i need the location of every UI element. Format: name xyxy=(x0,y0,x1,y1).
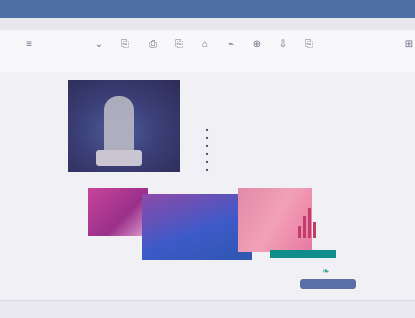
tool-icon-8[interactable]: ⊕ xyxy=(250,38,264,52)
tool-icon-2[interactable]: ⌄ xyxy=(92,38,106,52)
tool-icon-4[interactable]: ⎙ xyxy=(146,38,160,52)
statue-figure xyxy=(104,96,134,156)
mini-bar xyxy=(303,216,306,238)
hero-panel-middle xyxy=(142,194,252,260)
statue-base xyxy=(96,150,142,166)
tool-icon-9[interactable]: ⇩ xyxy=(276,38,290,52)
tool-icon-3[interactable]: ⎘ xyxy=(118,38,132,52)
bullet-item[interactable] xyxy=(206,166,356,174)
menu-bar[interactable] xyxy=(0,18,415,30)
bullet-item[interactable] xyxy=(206,142,356,150)
statue-photo xyxy=(68,80,180,172)
bullet-item[interactable] xyxy=(206,126,356,134)
toolbar: ≡ ⌄ ⎘ ⎙ ⎘ ⌂ ⌁ ⊕ ⇩ ⎘ ⊞ xyxy=(0,30,415,73)
window-titlebar xyxy=(0,0,415,18)
tool-icon-5[interactable]: ⎘ xyxy=(172,38,186,52)
hero-panel-left xyxy=(88,188,148,236)
bullet-list xyxy=(206,126,356,174)
mini-bar xyxy=(308,208,311,238)
tool-icon-7[interactable]: ⌁ xyxy=(224,38,238,52)
action-button[interactable] xyxy=(300,279,356,289)
teal-strip xyxy=(270,250,336,258)
main-content xyxy=(0,72,415,300)
bullet-item[interactable] xyxy=(206,134,356,142)
tool-icon-11[interactable]: ⊞ xyxy=(402,38,415,52)
mini-bar xyxy=(313,222,316,238)
bullet-item[interactable] xyxy=(206,150,356,158)
tool-icon-6[interactable]: ⌂ xyxy=(198,38,212,52)
mini-bar xyxy=(298,226,301,238)
mini-chart-graphic xyxy=(296,206,320,238)
status-bar xyxy=(0,300,415,318)
bullet-item[interactable] xyxy=(206,158,356,166)
leaf-icon: ❧ xyxy=(322,266,330,276)
tool-icon-10[interactable]: ⎘ xyxy=(302,38,316,52)
tool-icon-1[interactable]: ≡ xyxy=(22,38,36,52)
